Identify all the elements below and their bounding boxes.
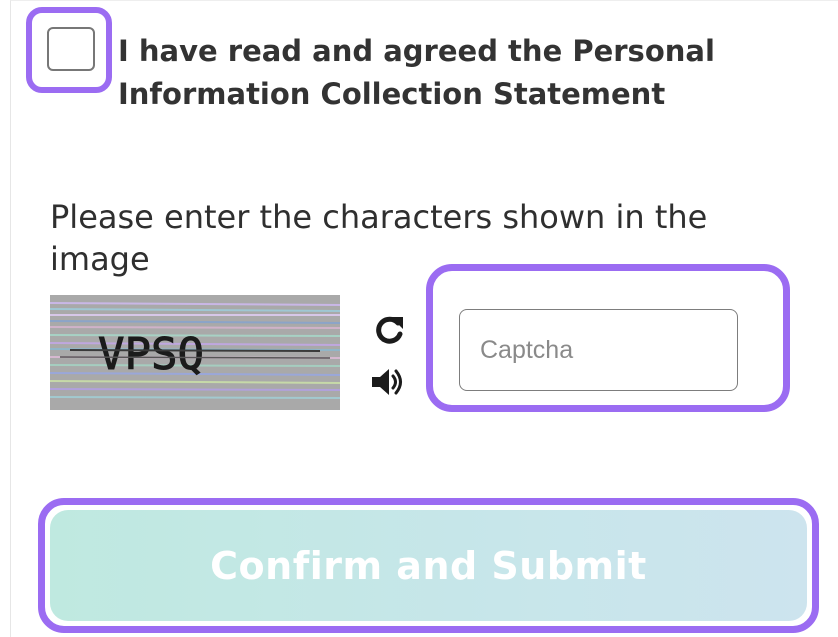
captcha-instruction-line1: Please enter the characters shown in the <box>50 198 708 236</box>
consent-checkbox[interactable] <box>47 27 95 71</box>
captcha-image-text: VPSQ <box>98 329 204 380</box>
captcha-image: VPSQ <box>50 295 340 410</box>
refresh-icon[interactable] <box>372 313 406 347</box>
confirm-submit-button[interactable]: Confirm and Submit <box>50 510 807 621</box>
consent-label-line2: Information Collection Statement <box>118 77 666 111</box>
consent-label[interactable]: I have read and agreed the Personal Info… <box>118 30 798 116</box>
audio-icon[interactable] <box>370 365 406 399</box>
captcha-input[interactable] <box>459 309 738 391</box>
consent-label-line1: I have read and agreed the Personal <box>118 34 715 68</box>
